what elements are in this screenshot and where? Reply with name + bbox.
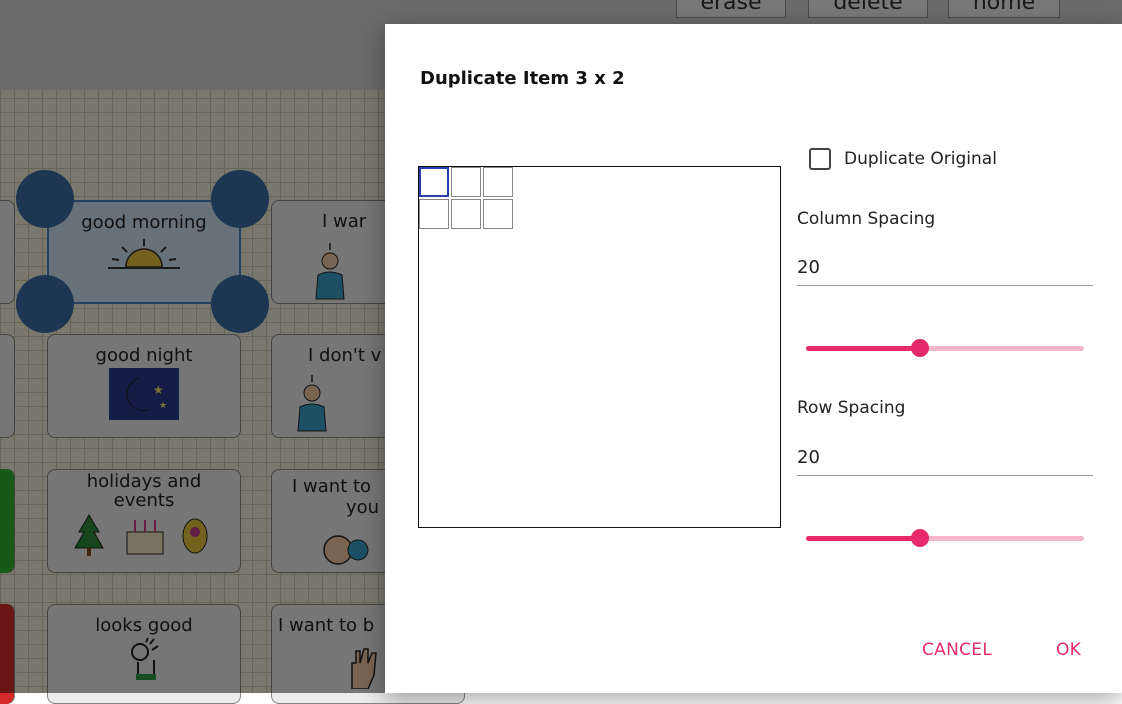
column-spacing-label: Column Spacing	[797, 209, 936, 229]
duplicate-item-dialog: Duplicate Item 3 x 2 Duplicate Original …	[385, 24, 1122, 693]
cancel-button[interactable]: CANCEL	[916, 636, 998, 664]
row-spacing-slider[interactable]	[806, 528, 1084, 548]
column-spacing-input[interactable]	[797, 250, 1093, 286]
preview-duplicate-cell	[483, 167, 513, 197]
duplicate-preview-area	[418, 166, 781, 528]
slider-thumb[interactable]	[910, 339, 929, 357]
ok-button[interactable]: OK	[1050, 636, 1087, 664]
row-spacing-label: Row Spacing	[797, 398, 906, 418]
preview-original-cell	[419, 167, 449, 197]
dialog-title: Duplicate Item 3 x 2	[420, 68, 625, 89]
preview-duplicate-cell	[451, 167, 481, 197]
preview-duplicate-cell	[419, 199, 449, 229]
slider-fill	[806, 536, 920, 541]
column-spacing-slider[interactable]	[806, 338, 1084, 358]
slider-fill	[806, 346, 920, 351]
duplicate-original-label: Duplicate Original	[844, 149, 997, 169]
duplicate-original-option[interactable]: Duplicate Original	[809, 146, 997, 172]
row-spacing-input[interactable]	[797, 440, 1093, 476]
preview-duplicate-cell	[483, 199, 513, 229]
preview-duplicate-cell	[451, 199, 481, 229]
slider-thumb[interactable]	[910, 529, 929, 547]
duplicate-original-checkbox[interactable]	[809, 148, 831, 170]
